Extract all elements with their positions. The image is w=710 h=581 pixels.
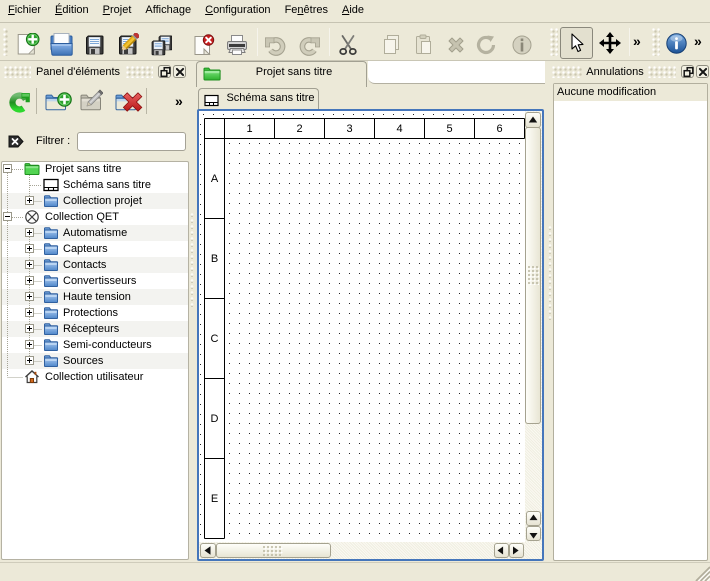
svg-text:6: 6 <box>496 123 502 135</box>
svg-text:3: 3 <box>346 123 352 135</box>
svg-text:4: 4 <box>396 123 402 135</box>
svg-text:C: C <box>211 333 219 345</box>
svg-text:A: A <box>211 173 219 185</box>
svg-text:2: 2 <box>296 123 302 135</box>
svg-text:E: E <box>211 493 218 505</box>
svg-text:1: 1 <box>246 123 252 135</box>
svg-text:D: D <box>211 413 219 425</box>
svg-text:5: 5 <box>446 123 452 135</box>
svg-text:B: B <box>211 253 218 265</box>
